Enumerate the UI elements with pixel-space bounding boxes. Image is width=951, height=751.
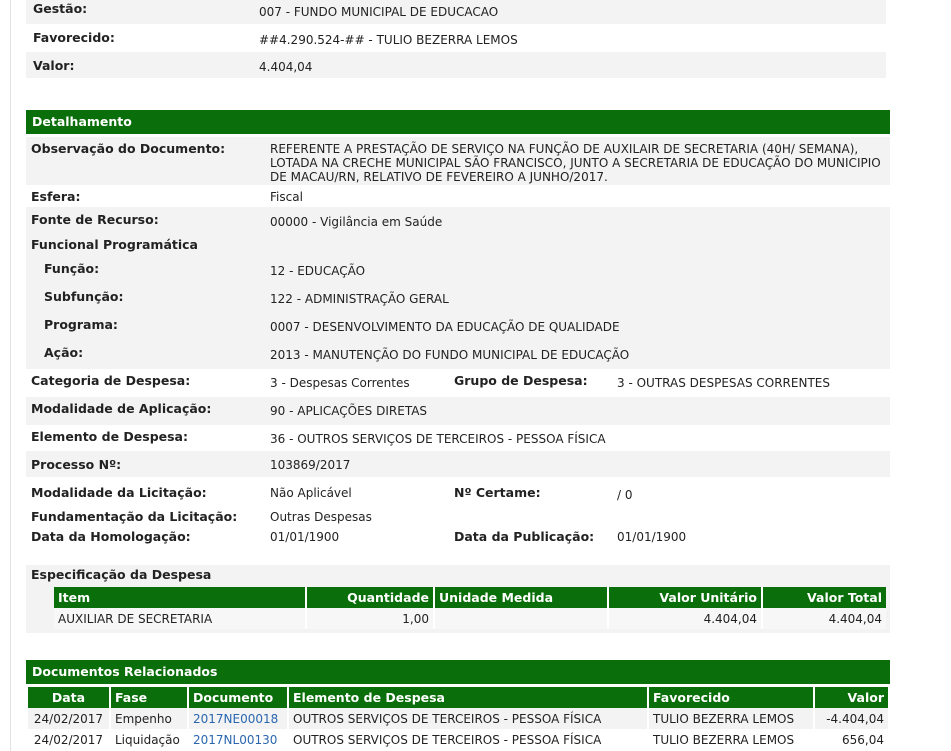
cell-documento[interactable]: 2017NE00018: [188, 708, 289, 729]
categoria-value: 3 - Despesas Correntes: [270, 376, 410, 390]
favorecido-label: Favorecido:: [33, 30, 115, 45]
modalidade-aplicacao-row: Modalidade de Aplicação: 90 - APLICAÇÕES…: [26, 397, 890, 425]
funcao-label: Função:: [44, 261, 100, 276]
col-elemento-despesa: Elemento de Despesa: [288, 687, 649, 708]
col-unidade-medida: Unidade Medida: [434, 587, 609, 608]
elemento-value: 36 - OUTROS SERVIÇOS DE TERCEIROS - PESS…: [270, 432, 606, 446]
categoria-row: Categoria de Despesa: 3 - Despesas Corre…: [26, 369, 890, 397]
subfuncao-label: Subfunção:: [44, 289, 124, 304]
homologacao-value: 01/01/1900: [270, 530, 340, 544]
fonte-row: Fonte de Recurso: 00000 - Vigilância em …: [26, 207, 890, 233]
cell-favorecido: TULIO BEZERRA LEMOS: [648, 729, 815, 750]
cell-item: AUXILIAR DE SECRETARIA: [54, 608, 307, 629]
observacao-label: Observação do Documento:: [31, 141, 226, 156]
observacao-row: Observação do Documento: REFERENTE A PRE…: [26, 137, 890, 185]
elemento-row: Elemento de Despesa: 36 - OUTROS SERVIÇO…: [26, 425, 890, 451]
categoria-label: Categoria de Despesa:: [31, 373, 191, 388]
processo-label: Processo Nº:: [31, 457, 122, 472]
certame-value: / 0: [617, 488, 633, 502]
fonte-value: 00000 - Vigilância em Saúde: [270, 215, 443, 229]
especificacao-table: Item Quantidade Unidade Medida Valor Uni…: [54, 587, 886, 629]
grupo-value: 3 - OUTRAS DESPESAS CORRENTES: [617, 376, 830, 390]
cell-valor-total: 4.404,04: [828, 611, 882, 626]
elemento-label: Elemento de Despesa:: [31, 429, 188, 444]
modalidade-licitacao-value: Não Aplicável: [270, 486, 352, 500]
gestao-row: Gestão: 007 - FUNDO MUNICIPAL DE EDUCACA…: [26, 0, 886, 24]
col-documento: Documento: [188, 687, 289, 708]
cell-favorecido: TULIO BEZERRA LEMOS: [648, 708, 815, 729]
gestao-label: Gestão:: [33, 1, 88, 16]
funcional-label: Funcional Programática: [31, 237, 198, 252]
programa-label: Programa:: [44, 317, 118, 332]
modalidade-aplicacao-value: 90 - APLICAÇÕES DIRETAS: [270, 404, 428, 418]
col-data: Data: [28, 687, 111, 708]
detalhamento-header: Detalhamento: [26, 110, 890, 134]
cell-quantidade: 1,00: [306, 608, 435, 629]
left-border: [10, 0, 11, 751]
certame-label: Nº Certame:: [454, 485, 541, 500]
cell-valor-unitario: 4.404,04: [608, 608, 763, 629]
valor-label: Valor:: [33, 58, 75, 73]
modalidade-aplicacao-label: Modalidade de Aplicação:: [31, 401, 212, 416]
col-quantidade: Quantidade: [306, 587, 435, 608]
cell-valor: 656,04: [842, 732, 884, 747]
publicacao-value: 01/01/1900: [617, 530, 687, 544]
cell-valor: -4.404,04: [826, 711, 884, 726]
observacao-line-1: REFERENTE A PRESTAÇÃO DE SERVIÇO NA FUNÇ…: [270, 142, 859, 156]
processo-row: Processo Nº: 103869/2017: [26, 451, 890, 477]
documento-link[interactable]: 2017NE00018: [193, 712, 278, 726]
programa-value: 0007 - DESENVOLVIMENTO DA EDUCAÇÃO DE QU…: [270, 320, 620, 334]
esfera-label: Esfera:: [31, 189, 81, 204]
valor-row: Valor: 4.404,04: [26, 52, 886, 78]
observacao-line-2: LOTADA NA CRECHE MUNICIPAL SÃO FRANCISCO…: [270, 156, 881, 170]
esfera-row: Esfera: Fiscal: [26, 185, 890, 207]
col-valor-total: Valor Total: [762, 587, 886, 608]
especificacao-header: Especificação da Despesa: [26, 565, 890, 585]
esfera-value: Fiscal: [270, 190, 303, 204]
col-valor-unitario: Valor Unitário: [608, 587, 763, 608]
cell-data: 24/02/2017: [28, 729, 111, 750]
funcao-value: 12 - EDUCAÇÃO: [270, 264, 366, 278]
col-item: Item: [54, 587, 307, 608]
table-row: AUXILIAR DE SECRETARIA 1,00 4.404,04 4.4…: [54, 608, 886, 629]
subfuncao-value: 122 - ADMINISTRAÇÃO GERAL: [270, 292, 449, 306]
observacao-line-3: DE MACAU/RN, RELATIVO DE FEVEREIRO A JUN…: [270, 170, 608, 184]
cell-elemento-despesa: OUTROS SERVIÇOS DE TERCEIROS - PESSOA FÍ…: [288, 729, 649, 750]
acao-label: Ação:: [44, 345, 84, 360]
table-row: 24/02/2017 Empenho 2017NE00018 OUTROS SE…: [28, 708, 888, 729]
cell-unidade-medida: [434, 608, 609, 629]
fundamentacao-value: Outras Despesas: [270, 510, 372, 524]
documentos-header: Documentos Relacionados: [26, 660, 890, 684]
cell-fase: Liquidação: [110, 729, 189, 750]
favorecido-value: ##4.290.524-## - TULIO BEZERRA LEMOS: [259, 33, 518, 47]
grupo-label: Grupo de Despesa:: [454, 373, 588, 388]
documento-link[interactable]: 2017NL00130: [193, 733, 277, 747]
homologacao-label: Data da Homologação:: [31, 529, 191, 544]
modalidade-licitacao-label: Modalidade da Licitação:: [31, 485, 207, 500]
cell-fase: Empenho: [110, 708, 189, 729]
documentos-header-row: Data Fase Documento Elemento de Despesa …: [28, 687, 888, 708]
acao-value: 2013 - MANUTENÇÃO DO FUNDO MUNICIPAL DE …: [270, 348, 630, 362]
valor-value: 4.404,04: [259, 60, 313, 74]
licitacao-block: Modalidade da Licitação: Não Aplicável N…: [26, 477, 890, 549]
fundamentacao-label: Fundamentação da Licitação:: [31, 509, 238, 524]
table-row: 24/02/2017 Liquidação 2017NL00130 OUTROS…: [28, 729, 888, 750]
processo-value: 103869/2017: [270, 458, 351, 472]
documentos-table: Data Fase Documento Elemento de Despesa …: [28, 687, 888, 750]
cell-elemento-despesa: OUTROS SERVIÇOS DE TERCEIROS - PESSOA FÍ…: [288, 708, 649, 729]
col-favorecido: Favorecido: [648, 687, 815, 708]
cell-documento[interactable]: 2017NL00130: [188, 729, 289, 750]
gestao-value: 007 - FUNDO MUNICIPAL DE EDUCACAO: [259, 5, 499, 19]
publicacao-label: Data da Publicação:: [454, 529, 595, 544]
fonte-label: Fonte de Recurso:: [31, 212, 159, 227]
favorecido-row: Favorecido: ##4.290.524-## - TULIO BEZER…: [26, 24, 886, 52]
especificacao-header-row: Item Quantidade Unidade Medida Valor Uni…: [54, 587, 886, 608]
col-fase: Fase: [110, 687, 189, 708]
cell-data: 24/02/2017: [28, 708, 111, 729]
col-valor: Valor: [814, 687, 888, 708]
funcional-block: Funcional Programática Função: 12 - EDUC…: [26, 233, 890, 369]
